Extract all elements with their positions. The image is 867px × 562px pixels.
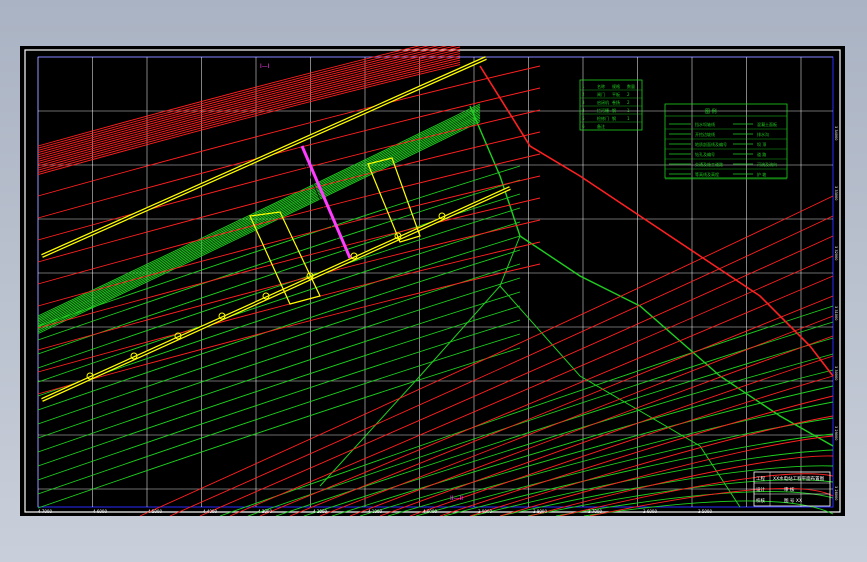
info-table-cell: 数量 bbox=[627, 83, 635, 89]
green-contour-line bbox=[527, 479, 834, 516]
red-contour-line bbox=[289, 295, 834, 516]
bottom-axis-label: 3 7000 bbox=[588, 509, 602, 514]
green-contour-line bbox=[37, 221, 521, 383]
info-table-cell: 6 bbox=[582, 124, 585, 129]
bottom-axis-label: 4 2000 bbox=[313, 509, 327, 514]
info-table-cell: 钢 bbox=[612, 115, 616, 121]
bottom-axis-label: 4 4000 bbox=[203, 509, 217, 514]
info-table-cell: 1 bbox=[582, 84, 585, 89]
info-table-cell: 2 bbox=[627, 100, 630, 105]
bottom-axis-label: 4 5000 bbox=[148, 509, 162, 514]
green-boundary-line bbox=[469, 105, 834, 447]
title-block-row2-right: 审 核 bbox=[784, 486, 795, 493]
cad-model-viewport[interactable]: 1 名称 规格 数量 2 闸门 平板 2 3 启闭机 卷扬 2 4 拦污栅钢 1 5 检修门钢 1 6 备注 图 例 … bbox=[20, 46, 845, 516]
red-contours bbox=[37, 46, 834, 516]
legend-label: 开挖边坡线 bbox=[695, 131, 715, 137]
legend-label: 交通及施工道路 bbox=[695, 161, 723, 167]
bottom-axis-label: 4 1000 bbox=[368, 509, 382, 514]
green-band-line bbox=[37, 105, 481, 319]
bottom-axis-label: 3 6000 bbox=[643, 509, 657, 514]
legend-label: 排水沟 bbox=[757, 131, 769, 137]
legend-label: 河流及流向 bbox=[757, 161, 777, 167]
info-table-cell: 1 bbox=[627, 108, 630, 113]
green-band-line bbox=[37, 116, 481, 330]
legend-table: 图 例 挡水坝轴线 混凝土面板开挖边坡线 排水沟地质剖面线及编号 坝 顶钻孔及编号 道 … bbox=[664, 103, 788, 180]
red-contour-line bbox=[499, 435, 834, 516]
right-axis-label: 3 34000 bbox=[834, 126, 838, 140]
info-table-cell: 备注 bbox=[597, 123, 605, 129]
info-table: 1 名称 规格 数量 2 闸门 平板 2 3 启闭机 卷扬 2 4 拦污栅钢 1 5 检修门钢 1 6 备注 bbox=[579, 79, 643, 131]
bottom-axis-label: 3 8000 bbox=[533, 509, 547, 514]
info-table-cell: 2 bbox=[582, 92, 585, 97]
green-band-line bbox=[37, 114, 481, 328]
right-axis-label: 3 33000 bbox=[834, 186, 838, 200]
green-contour-line bbox=[37, 165, 521, 327]
right-axis-label: 3 32000 bbox=[834, 246, 838, 260]
section-mark-2: II—II bbox=[450, 495, 463, 502]
legend-label: 挡水坝轴线 bbox=[695, 121, 715, 127]
info-table-cell: 1 bbox=[627, 116, 630, 121]
info-table-cell: 检修门 bbox=[597, 115, 609, 121]
right-axis-label: 3 31000 bbox=[834, 306, 838, 320]
green-contour-line bbox=[37, 277, 521, 439]
title-block-row2-left: 设计 bbox=[756, 486, 765, 493]
bottom-axis-label: 3 9000 bbox=[478, 509, 492, 514]
legend-label: 地质剖面线及编号 bbox=[695, 141, 727, 147]
info-table-cell: 闸门 bbox=[597, 91, 605, 97]
info-table-cell: 平板 bbox=[612, 91, 620, 97]
bottom-axis-label: 4 0000 bbox=[423, 509, 437, 514]
green-band-line bbox=[37, 109, 481, 323]
info-table-cell: 启闭机 bbox=[597, 99, 609, 105]
legend-label: 道 路 bbox=[757, 151, 766, 157]
green-contour-line bbox=[219, 305, 834, 516]
bottom-axis-label: 3 5000 bbox=[698, 509, 712, 514]
info-table-cell: 拦污栅 bbox=[597, 107, 609, 113]
info-table-cell: 规格 bbox=[612, 83, 620, 89]
title-block-row3-right: 图 号 XX bbox=[784, 498, 802, 504]
dam-structures bbox=[41, 56, 511, 402]
legend-label: 混凝土面板 bbox=[757, 121, 777, 127]
title-block-row1-left: 工程 bbox=[756, 475, 765, 482]
right-axis-labels: 3 34000 3 33000 3 32000 3 31000 3 30000 3 290… bbox=[834, 126, 838, 500]
info-table-cell: 名称 bbox=[597, 83, 605, 89]
right-axis-label: 3 29000 bbox=[834, 426, 838, 440]
green-contour-line bbox=[359, 385, 834, 516]
title-block-row1-right: XX水电站工程平面布置图 bbox=[773, 475, 825, 482]
cad-drawing-canvas: 1 名称 规格 数量 2 闸门 平板 2 3 启闭机 卷扬 2 4 拦污栅钢 1 5 检修门钢 1 6 备注 图 例 … bbox=[24, 46, 841, 516]
info-table-cell: 4 bbox=[582, 108, 585, 113]
legend-label: 钻孔及编号 bbox=[695, 151, 715, 157]
red-contour-line bbox=[199, 235, 834, 516]
section-mark-1: I—I bbox=[260, 63, 270, 70]
bottom-axis-label: 4 3000 bbox=[258, 509, 272, 514]
legend-label: 护 坡 bbox=[757, 171, 766, 177]
info-table-cell: 3 bbox=[582, 100, 585, 105]
right-axis-label: 3 30000 bbox=[834, 366, 838, 380]
bottom-axis-label: 4 6000 bbox=[93, 509, 107, 514]
right-axis-label: 3 28000 bbox=[834, 486, 838, 500]
green-contour-line bbox=[37, 319, 521, 481]
title-block-row3-left: 校核 bbox=[756, 497, 765, 504]
green-contour-line bbox=[37, 347, 521, 509]
legend-label: 等高线及高程 bbox=[695, 171, 719, 177]
green-contour-line bbox=[37, 235, 521, 397]
bottom-axis-label: 4 7000 bbox=[38, 509, 52, 514]
legend-title: 图 例 bbox=[705, 108, 717, 115]
red-contour-line bbox=[37, 64, 461, 176]
legend-label: 坝 顶 bbox=[757, 141, 766, 147]
info-table-cell: 钢 bbox=[612, 107, 616, 113]
red-contour-line bbox=[259, 275, 834, 516]
info-table-cell: 2 bbox=[627, 92, 630, 97]
info-table-cell: 5 bbox=[582, 116, 585, 121]
info-table-cell: 卷扬 bbox=[612, 99, 620, 105]
green-contour-line bbox=[37, 291, 521, 453]
